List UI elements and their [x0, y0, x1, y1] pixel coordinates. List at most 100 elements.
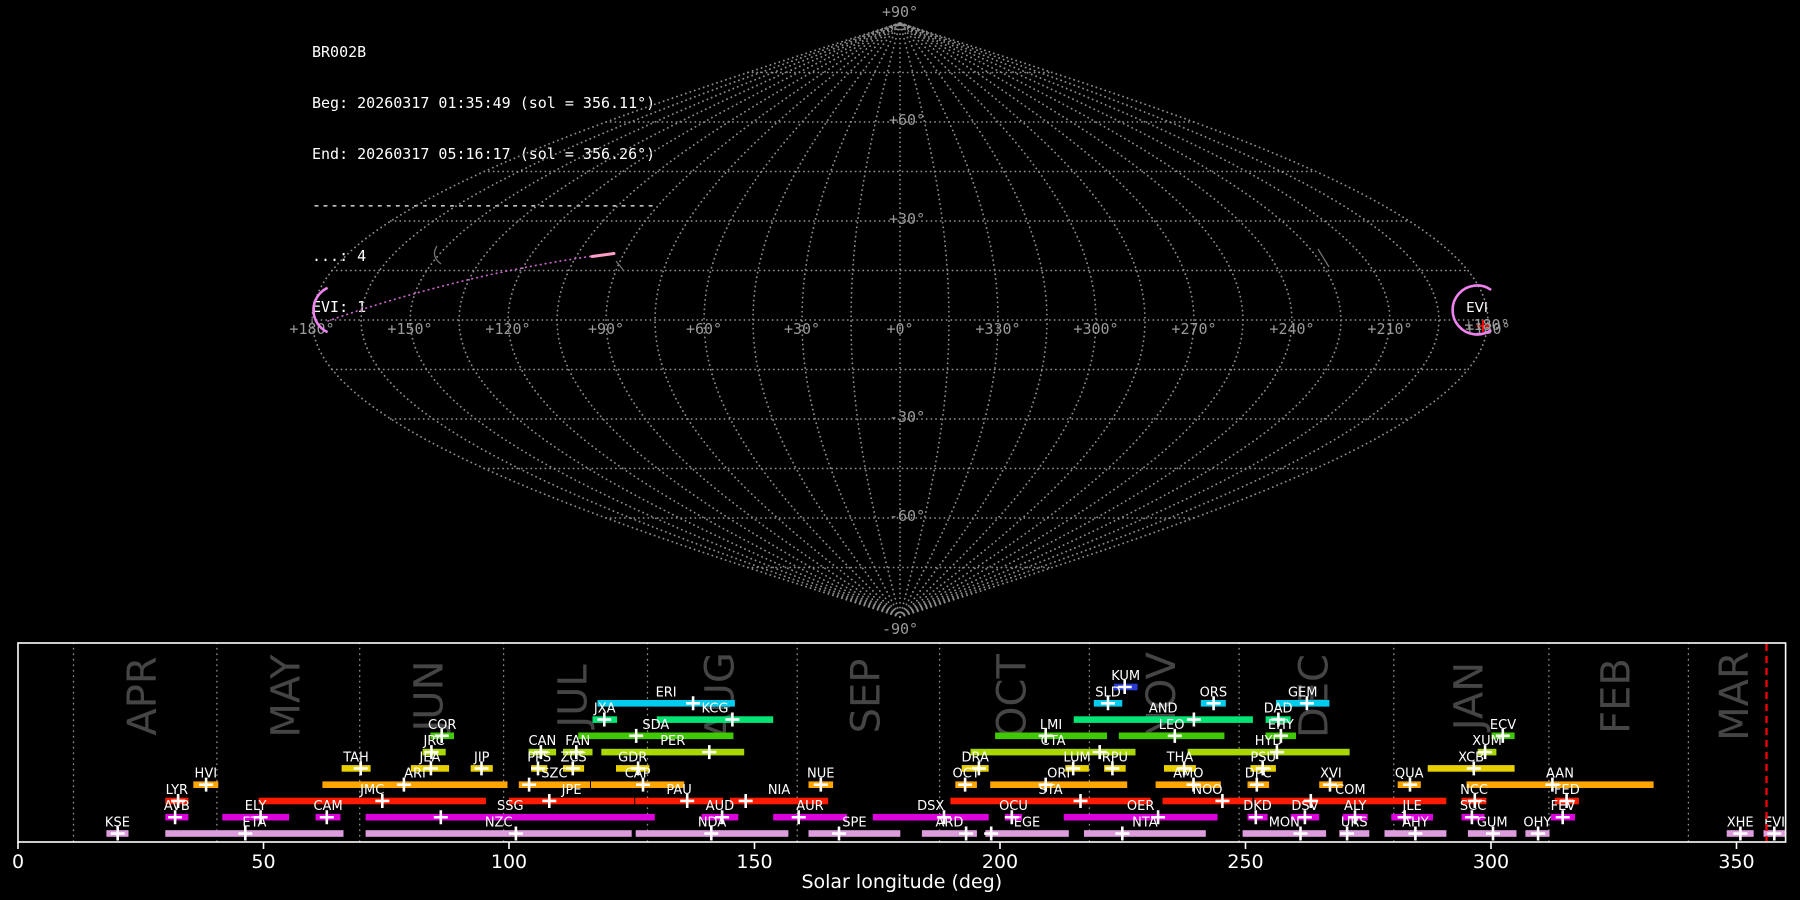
shower-code-label: DKD: [1243, 799, 1272, 814]
shower-code-label: ECV: [1490, 718, 1516, 733]
sky-map: +180° +150° +120° +90° +60° +30° +0° +330° +300°…: [289, 3, 1510, 638]
shower-code-label: CAM: [313, 799, 342, 814]
shower-bar: [808, 830, 901, 837]
lat-label: -60°: [889, 507, 925, 525]
shower-bar: [1162, 797, 1253, 805]
meteor-radiant-screen: BR002B Beg: 20260317 01:35:49 (sol = 356…: [0, 0, 1800, 900]
shower-code-label: PPS: [527, 750, 551, 765]
shower-code-label: FAN: [565, 734, 590, 749]
shower-code-label: SCC: [1460, 799, 1486, 814]
shower-ORS: ORS: [1200, 685, 1228, 711]
shower-code-label: XHE: [1727, 816, 1754, 831]
x-tick-label: 100: [491, 851, 527, 873]
lon-label: +60°: [686, 320, 722, 338]
shower-bar: [1084, 830, 1206, 837]
shower-code-label: EGE: [1014, 816, 1041, 831]
shower-code-label: ELY: [245, 799, 267, 814]
shower-bar: [578, 732, 734, 740]
shower-TAH: TAH: [341, 750, 371, 776]
shower-code-label: NTA: [1132, 816, 1158, 831]
shower-code-label: HVI: [195, 767, 218, 782]
peak-cross: [1115, 826, 1130, 841]
shower-code-label: DRA: [961, 750, 989, 765]
shower-JIP: JIP: [470, 750, 493, 776]
shower-bar: [950, 797, 1151, 805]
shower-DPC: DPC: [1245, 767, 1272, 792]
x-axis-title: Solar longitude (deg): [801, 871, 1002, 893]
shower-code-label: XUM: [1472, 734, 1502, 749]
shower-code-label: THA: [1166, 750, 1194, 765]
shower-code-label: FEV: [1551, 799, 1576, 814]
shower-code-label: PER: [660, 734, 685, 749]
shower-code-label: JXA: [593, 702, 616, 717]
shower-NUE: NUE: [807, 767, 835, 792]
shower-OHY: OHY: [1523, 816, 1551, 841]
shower-code-label: LEO: [1159, 718, 1185, 733]
peak-cross: [433, 810, 448, 825]
shower-code-label: ETA: [242, 816, 266, 831]
x-tick-label: 50: [251, 851, 275, 873]
shower-code-label: ORS: [1200, 685, 1228, 700]
month-label: MAR: [1712, 651, 1758, 741]
shower-bar: [773, 813, 847, 821]
shower-code-label: NOO: [1192, 783, 1222, 798]
shower-code-label: NZC: [485, 816, 513, 831]
shower-code-label: LYR: [166, 783, 189, 798]
radiant-code-label: EVI: [1466, 300, 1488, 316]
month-label: MAY: [263, 654, 309, 738]
lon-label: +120°: [485, 320, 530, 338]
shower-code-label: KUM: [1111, 669, 1140, 684]
shower-EGE: EGE: [984, 816, 1069, 841]
shower-code-label: KSE: [105, 816, 130, 831]
shower-code-label: COM: [1335, 783, 1366, 798]
lon-label: +0°: [886, 320, 913, 338]
peak-cross: [984, 826, 999, 841]
shower-bar: [872, 813, 989, 821]
shower-code-label: AND: [1149, 702, 1178, 717]
shower-code-label: JLE: [1402, 799, 1422, 814]
shower-XCB: XCB: [1427, 750, 1515, 776]
shower-RPU: RPU: [1102, 750, 1128, 776]
shower-code-label: GDR: [618, 750, 647, 765]
lon-label: +180°: [289, 320, 334, 338]
shower-KSE: KSE: [105, 816, 130, 841]
shower-code-label: XCB: [1458, 750, 1484, 765]
shower-code-label: DAD: [1264, 702, 1293, 717]
month-label: AUG: [697, 652, 743, 740]
peak-cross: [1073, 793, 1088, 808]
shower-code-label: OCU: [999, 799, 1028, 814]
shower-bar: [258, 797, 486, 805]
peak-cross: [522, 777, 537, 792]
shower-code-label: AAN: [1546, 767, 1574, 782]
shower-code-label: ALY: [1344, 799, 1366, 814]
shower-code-label: AHY: [1402, 816, 1429, 831]
peak-cross: [702, 745, 717, 760]
shower-code-label: ARD: [935, 816, 963, 831]
shower-bar: [165, 830, 344, 837]
peak-cross: [629, 728, 644, 743]
lon-label: +210°: [1367, 320, 1412, 338]
shower-code-label: TAH: [342, 750, 369, 765]
shower-code-label: ORI: [1047, 767, 1070, 782]
shower-code-label: AMO: [1173, 767, 1203, 782]
shower-code-label: GUM: [1477, 816, 1508, 831]
shower-code-label: PAU: [666, 783, 691, 798]
shower-QUA: QUA: [1395, 767, 1424, 792]
sporadic-trail: [433, 245, 442, 265]
shower-code-label: AUD: [706, 799, 734, 814]
shower-code-label: SDA: [642, 718, 669, 733]
lon-label: +330°: [975, 320, 1020, 338]
shower-code-label: KCG: [701, 702, 728, 717]
shower-SLD: SLD: [1093, 685, 1123, 711]
month-label: JUL: [551, 664, 597, 731]
shower-code-label: NCC: [1460, 783, 1488, 798]
month-label: FEB: [1594, 658, 1640, 734]
month-label: JAN: [1446, 662, 1492, 733]
shower-code-label: AUR: [796, 799, 823, 814]
shower-code-label: SZC: [541, 767, 567, 782]
shower-code-label: OCT: [952, 767, 979, 782]
shower-code-label: FED: [1554, 783, 1580, 798]
shower-code-label: QUA: [1395, 767, 1424, 782]
shower-AVB: AVB: [164, 799, 190, 825]
shower-code-label: GEM: [1288, 685, 1318, 700]
